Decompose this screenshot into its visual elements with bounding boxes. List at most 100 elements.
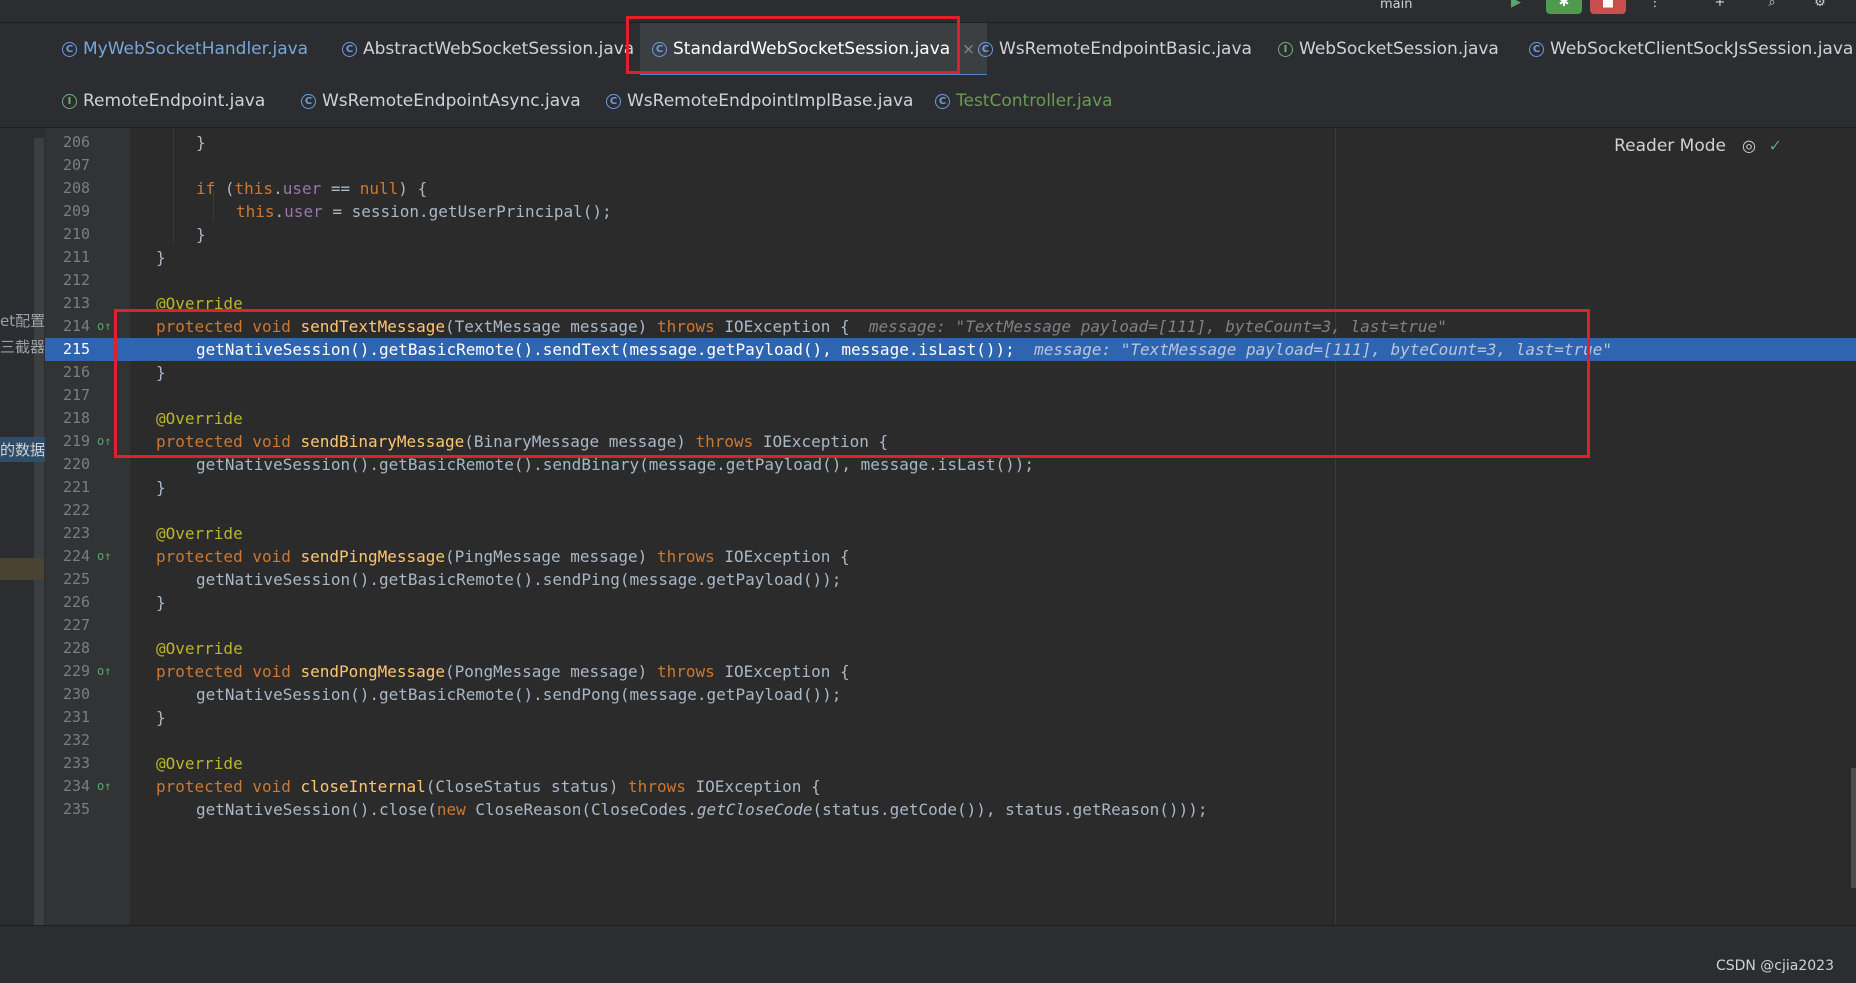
code-line[interactable]: 222	[45, 499, 1856, 522]
code-line[interactable]: 229 o↑ protected void sendPongMessage(Pong…	[45, 660, 1856, 683]
branch-selector[interactable]: main	[1380, 0, 1412, 16]
code-line[interactable]: 214 o↑ protected void sendTextMessage(Text…	[45, 315, 1856, 338]
code-line[interactable]: 227	[45, 614, 1856, 637]
line-number[interactable]: 230	[63, 683, 113, 706]
line-number[interactable]: 233	[63, 752, 113, 775]
tab-websocketsession[interactable]: I WebSocketSession.java	[1278, 23, 1499, 75]
code-line[interactable]: 220 getNativeSession().getBasicRemote().s…	[45, 453, 1856, 476]
line-number[interactable]: 215	[63, 338, 113, 361]
tab-wsremoteendpointbasic[interactable]: C WsRemoteEndpointBasic.java	[978, 23, 1252, 75]
tab-standardwebsocketsession[interactable]: C StandardWebSocketSession.java ×	[640, 23, 987, 77]
code-line[interactable]: 215 getNativeSession().getBasicRemote().s…	[45, 338, 1856, 361]
code-line[interactable]: 232	[45, 729, 1856, 752]
line-number[interactable]: 221	[63, 476, 113, 499]
project-tree-item[interactable]: et配置	[0, 310, 45, 331]
code-line[interactable]: 219 o↑ protected void sendBinaryMessage(Bi…	[45, 430, 1856, 453]
tab-mywebsockethandler[interactable]: C MyWebSocketHandler.java	[62, 23, 308, 75]
line-number[interactable]: 216	[63, 361, 113, 384]
gear-icon[interactable]: ⚙	[1808, 0, 1832, 14]
eye-off-icon[interactable]: ◎	[1742, 136, 1756, 155]
code-line[interactable]: 217	[45, 384, 1856, 407]
line-number[interactable]: 225	[63, 568, 113, 591]
editor-scrollbar[interactable]	[1851, 768, 1856, 888]
override-gutter-icon[interactable]: o↑	[97, 430, 117, 453]
code-line[interactable]: 213 @Override	[45, 292, 1856, 315]
code-line[interactable]: 216}	[45, 361, 1856, 384]
line-number[interactable]: 213	[63, 292, 113, 315]
code-line[interactable]: 223 @Override	[45, 522, 1856, 545]
line-number[interactable]: 206	[63, 131, 113, 154]
inline-debug-value: message: "TextMessage payload=[111], byt…	[1014, 340, 1613, 359]
line-number[interactable]: 208	[63, 177, 113, 200]
code-line[interactable]: 230 getNativeSession().getBasicRemote().s…	[45, 683, 1856, 706]
code-editor[interactable]: 206} 207 208 if (this.user == null) {209 thi…	[45, 128, 1856, 925]
check-icon[interactable]: ✓	[1769, 136, 1782, 155]
code-text: @Override	[156, 294, 243, 313]
line-number[interactable]: 207	[63, 154, 113, 177]
code-line[interactable]: 235 getNativeSession().close(new CloseRea…	[45, 798, 1856, 821]
code-line[interactable]: 225 getNativeSession().getBasicRemote().s…	[45, 568, 1856, 591]
code-line[interactable]: 221}	[45, 476, 1856, 499]
line-number[interactable]: 220	[63, 453, 113, 476]
line-number[interactable]: 235	[63, 798, 113, 821]
project-tree-item-selected[interactable]: 的数据发	[0, 437, 45, 462]
line-number[interactable]: 218	[63, 407, 113, 430]
override-gutter-icon[interactable]: o↑	[97, 660, 117, 683]
debug-icon[interactable]: ✱	[1546, 0, 1582, 14]
tab-wsremoteendpointasync[interactable]: C WsRemoteEndpointAsync.java	[301, 75, 581, 127]
run-icon[interactable]: ▶	[1505, 0, 1527, 14]
tab-remoteendpoint[interactable]: I RemoteEndpoint.java	[62, 75, 265, 127]
class-icon: C	[935, 93, 950, 109]
more-icon[interactable]: ⋮	[1645, 0, 1665, 14]
panel-scrollbar[interactable]	[34, 138, 44, 925]
code-text: protected void sendBinaryMessage(BinaryM…	[156, 432, 889, 451]
code-line[interactable]: 206}	[45, 131, 1856, 154]
line-number[interactable]: 223	[63, 522, 113, 545]
code-line[interactable]: 210}	[45, 223, 1856, 246]
code-line[interactable]: 207	[45, 154, 1856, 177]
line-number[interactable]: 217	[63, 384, 113, 407]
code-line[interactable]: 228 @Override	[45, 637, 1856, 660]
code-text: }	[156, 593, 166, 612]
code-line[interactable]: 226}	[45, 591, 1856, 614]
code-line[interactable]: 224 o↑ protected void sendPingMessage(Ping…	[45, 545, 1856, 568]
tab-testcontroller[interactable]: C TestController.java	[935, 75, 1113, 127]
line-number[interactable]: 226	[63, 591, 113, 614]
code-line[interactable]: 209 this.user = session.getUserPrincipal(…	[45, 200, 1856, 223]
code-text: }	[156, 363, 166, 382]
main-toolbar: main ▶ ✱ ■ ⋮ + ⌕ ⚙	[0, 0, 1856, 23]
code-line[interactable]: 234 o↑ protected void closeInternal(CloseS…	[45, 775, 1856, 798]
close-icon[interactable]: ×	[962, 40, 975, 58]
line-number[interactable]: 232	[63, 729, 113, 752]
code-line[interactable]: 218 @Override	[45, 407, 1856, 430]
project-tree-item[interactable]: 三截器	[0, 336, 45, 357]
code-text: getNativeSession().getBasicRemote().send…	[196, 570, 842, 589]
override-gutter-icon[interactable]: o↑	[97, 315, 117, 338]
line-number[interactable]: 212	[63, 269, 113, 292]
code-text: }	[156, 708, 166, 727]
code-line[interactable]: 208 if (this.user == null) {	[45, 177, 1856, 200]
tab-websocketclientsockjssession[interactable]: C WebSocketClientSockJsSession.java	[1529, 23, 1853, 75]
line-number[interactable]: 209	[63, 200, 113, 223]
code-line[interactable]: 231}	[45, 706, 1856, 729]
override-gutter-icon[interactable]: o↑	[97, 545, 117, 568]
reader-mode-toggle[interactable]: Reader Mode	[1614, 136, 1726, 156]
code-line[interactable]: 233 @Override	[45, 752, 1856, 775]
stop-icon[interactable]: ■	[1590, 0, 1626, 14]
tab-label: WebSocketSession.java	[1299, 39, 1499, 59]
code-line[interactable]: 211}	[45, 246, 1856, 269]
line-number[interactable]: 211	[63, 246, 113, 269]
line-number[interactable]: 231	[63, 706, 113, 729]
add-icon[interactable]: +	[1708, 0, 1732, 14]
tab-wsremoteendpointimplbase[interactable]: C WsRemoteEndpointImplBase.java	[606, 75, 913, 127]
line-number[interactable]: 228	[63, 637, 113, 660]
search-icon[interactable]: ⌕	[1760, 0, 1784, 14]
code-line[interactable]: 212	[45, 269, 1856, 292]
line-number[interactable]: 227	[63, 614, 113, 637]
code-text: @Override	[156, 524, 243, 543]
line-number[interactable]: 210	[63, 223, 113, 246]
class-icon: C	[606, 93, 621, 109]
tab-abstractwebsocketsession[interactable]: C AbstractWebSocketSession.java	[342, 23, 634, 75]
override-gutter-icon[interactable]: o↑	[97, 775, 117, 798]
line-number[interactable]: 222	[63, 499, 113, 522]
